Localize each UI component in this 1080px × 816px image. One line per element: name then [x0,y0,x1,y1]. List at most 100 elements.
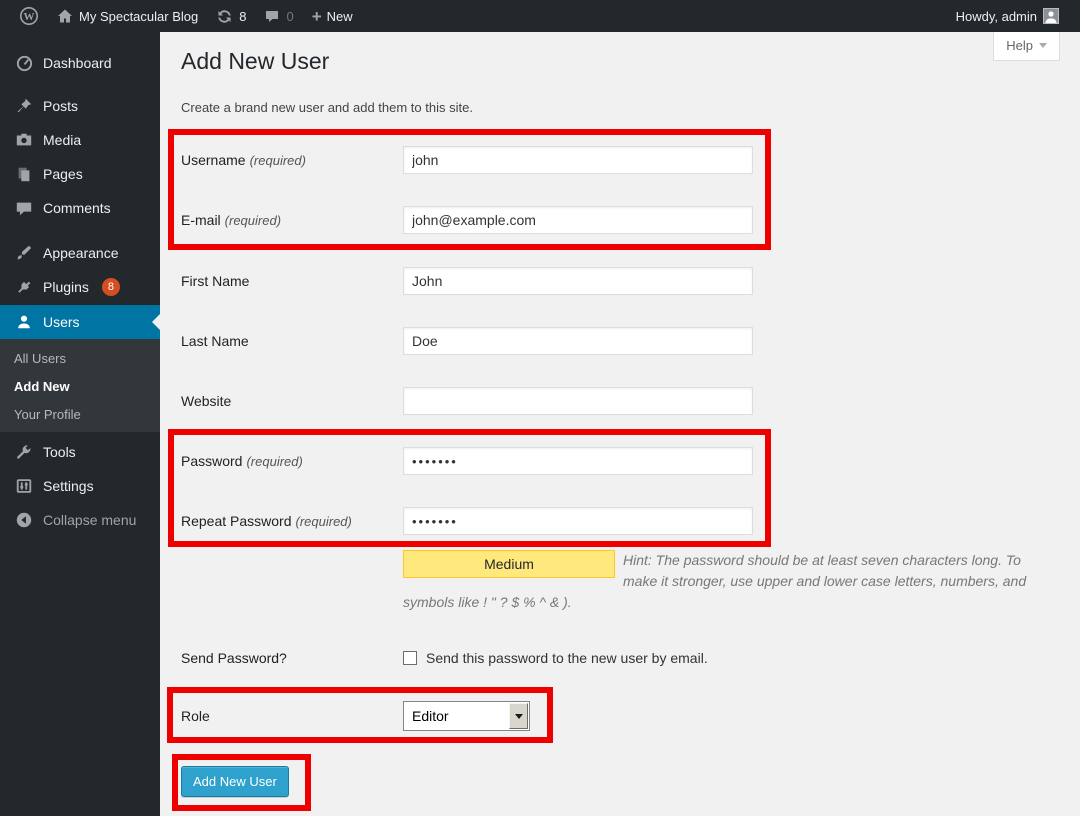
select-dropdown-button[interactable] [509,703,528,729]
sidebar-item-label: Posts [43,98,78,114]
wordpress-admin-screen: W My Spectacular Blog [0,0,1080,816]
sidebar-item-appearance[interactable]: Appearance [0,236,160,270]
repeat-password-input[interactable] [403,507,753,535]
submenu-label: Add New [14,379,70,394]
last-name-input[interactable] [403,327,753,355]
wordpress-logo-icon: W [19,6,39,26]
username-label: Username(required) [181,146,306,175]
sidebar-item-label: Media [43,132,81,148]
settings-icon [14,476,34,496]
sidebar-item-label: Plugins [43,279,89,295]
update-count: 8 [239,9,246,24]
role-select[interactable]: Editor [403,701,530,731]
first-name-label: First Name [181,267,249,295]
website-label: Website [181,387,231,415]
form-row-last-name: Last Name [160,327,1080,355]
form-row-first-name: First Name [160,267,1080,295]
submenu-label: All Users [14,351,66,366]
plugins-update-badge: 8 [102,278,120,296]
plug-icon [14,277,34,297]
admin-bar-left: W My Spectacular Blog [0,0,362,32]
email-input[interactable] [403,206,753,234]
password-strength-area: Medium Hint: The password should be at l… [403,550,1035,613]
submenu-item-your-profile[interactable]: Your Profile [0,400,160,428]
user-icon [14,312,34,332]
form-row-role: Role Editor [160,701,1080,731]
dropdown-arrow-icon [515,714,523,719]
plus-icon: + [312,8,322,25]
form-row-username: Username(required) [160,146,1080,174]
sidebar-item-label: Comments [43,200,111,216]
paintbrush-icon [14,243,34,263]
active-menu-arrow-icon [152,314,160,330]
repeat-password-label: Repeat Password(required) [181,507,352,536]
last-name-label: Last Name [181,327,249,355]
sidebar-item-users[interactable]: Users [0,305,160,339]
comment-icon [14,198,34,218]
wordpress-logo-menu[interactable]: W [10,0,48,32]
sidebar-item-pages[interactable]: Pages [0,157,160,191]
password-input[interactable] [403,447,753,475]
role-label: Role [181,701,210,731]
website-input[interactable] [403,387,753,415]
send-password-checkbox-label: Send this password to the new user by em… [426,649,708,667]
submenu-item-add-new[interactable]: Add New [0,372,160,400]
form-row-repeat-password: Repeat Password(required) [160,507,1080,535]
sidebar-item-label: Tools [43,444,76,460]
howdy-label: Howdy, admin [956,9,1037,24]
help-button[interactable]: Help [993,32,1060,61]
submenu-label: Your Profile [14,407,81,422]
home-icon [57,8,73,24]
sidebar-item-collapse-menu[interactable]: Collapse menu [0,503,160,537]
username-input[interactable] [403,146,753,174]
pushpin-icon [14,96,34,116]
sidebar-item-tools[interactable]: Tools [0,435,160,469]
comment-count: 0 [286,9,293,24]
role-selected-value: Editor [412,702,449,730]
sidebar-item-label: Pages [43,166,83,182]
dashboard-icon [14,53,34,73]
sidebar-item-dashboard[interactable]: Dashboard [0,46,160,80]
form-row-website: Website [160,387,1080,415]
submenu-item-all-users[interactable]: All Users [0,344,160,372]
sidebar-item-label: Settings [43,478,94,494]
new-label: New [327,9,353,24]
send-password-label: Send Password? [181,649,287,667]
help-label: Help [1006,38,1033,53]
site-name-label: My Spectacular Blog [79,9,198,24]
form-row-password: Password(required) [160,447,1080,475]
sidebar-item-label: Appearance [43,245,119,261]
sidebar-item-comments[interactable]: Comments [0,191,160,225]
sidebar-item-label: Collapse menu [43,512,136,528]
password-label: Password(required) [181,447,303,476]
pages-icon [14,164,34,184]
email-label: E-mail(required) [181,206,281,235]
wrench-icon [14,442,34,462]
collapse-arrow-icon [14,510,34,530]
new-content-link[interactable]: + New [303,0,362,32]
form-row-send-password: Send Password? Send this password to the… [160,649,1080,669]
sidebar-item-plugins[interactable]: Plugins 8 [0,270,160,304]
sidebar-item-media[interactable]: Media [0,123,160,157]
caret-down-icon [1039,43,1047,48]
first-name-input[interactable] [403,267,753,295]
site-name-link[interactable]: My Spectacular Blog [48,0,207,32]
sidebar: Dashboard Posts Media Pages Comments [0,32,160,816]
svg-text:W: W [24,11,35,23]
users-submenu: All Users Add New Your Profile [0,339,160,432]
admin-bar-right: Howdy, admin [947,0,1080,32]
updates-link[interactable]: 8 [207,0,255,32]
sidebar-item-label: Dashboard [43,55,112,71]
comments-bubble-icon [264,8,280,24]
sidebar-item-label: Users [43,314,80,330]
my-account-link[interactable]: Howdy, admin [947,0,1068,32]
sidebar-item-settings[interactable]: Settings [0,469,160,503]
main-content: Help Add New User Create a brand new use… [160,32,1080,816]
send-password-checkbox[interactable] [403,651,417,665]
page-title: Add New User [181,48,329,75]
form-row-email: E-mail(required) [160,206,1080,234]
sidebar-item-posts[interactable]: Posts [0,89,160,123]
comments-link[interactable]: 0 [255,0,302,32]
password-strength-meter: Medium [403,550,615,578]
add-new-user-button[interactable]: Add New User [181,766,289,797]
